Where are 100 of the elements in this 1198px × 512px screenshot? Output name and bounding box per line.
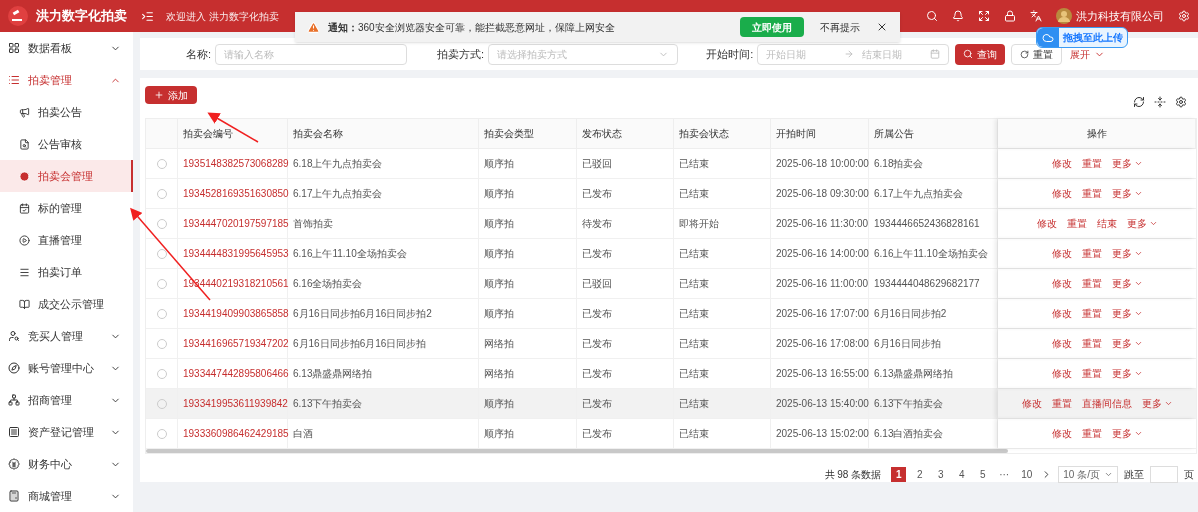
- bell-icon[interactable]: [952, 10, 964, 22]
- action-link[interactable]: 重置: [1081, 426, 1102, 441]
- sidebar-subitem[interactable]: 拍卖会管理: [0, 160, 133, 192]
- page-button[interactable]: 3: [933, 467, 949, 482]
- more-dropdown[interactable]: 更多: [1111, 276, 1143, 291]
- translate-icon[interactable]: [1030, 10, 1042, 22]
- search-button[interactable]: 查询: [955, 43, 1006, 65]
- sidebar-subitem[interactable]: 公告审核: [0, 128, 133, 160]
- action-link[interactable]: 重置: [1081, 366, 1102, 381]
- page-button[interactable]: 5: [975, 467, 991, 482]
- more-dropdown[interactable]: 更多: [1111, 366, 1143, 381]
- table-row[interactable]: 1934447020197597185 首饰拍卖 顺序拍 待发布 即将开始 2025-06-16 11:30:00 1934446652436828161 修改 重置 结束 更多: [146, 209, 1196, 239]
- more-dropdown[interactable]: 更多: [1126, 216, 1158, 231]
- more-dropdown[interactable]: 更多: [1111, 186, 1143, 201]
- more-dropdown[interactable]: 更多: [1111, 306, 1143, 321]
- search-icon[interactable]: [926, 10, 938, 22]
- table-cell-text: 6.13白酒拍卖会: [874, 427, 944, 441]
- action-link[interactable]: 直播间信息: [1081, 396, 1132, 411]
- table-cell-text: 6月16日同步拍: [874, 337, 941, 351]
- sidebar-item[interactable]: 资产登记管理: [0, 416, 133, 448]
- action-link[interactable]: 结束: [1096, 216, 1117, 231]
- table-row[interactable]: 1934528169351630850 6.17上午九点拍卖会 顺序拍 已发布 已结束 2025-06-18 09:30:00 6.17上午九点拍卖会 修改 重置 更多: [146, 179, 1196, 209]
- page-jump-input[interactable]: [1150, 466, 1178, 483]
- action-link[interactable]: 修改: [1051, 426, 1072, 441]
- table-row[interactable]: 1934444831995645953 6.16上午11.10全场拍卖会 顺序拍 已发布 已结束 2025-06-16 14:00:00 6.16上午11.10全场拍卖会 修改 重置 更多: [146, 239, 1196, 269]
- notification-message: 通知：360安全浏览器安全可靠，能拦截恶意网址，保障上网安全: [328, 20, 615, 35]
- close-icon[interactable]: [876, 21, 888, 33]
- sidebar-item[interactable]: 财务中心: [0, 448, 133, 480]
- avatar[interactable]: [1056, 8, 1072, 24]
- table-cell-text: 已结束: [679, 367, 709, 381]
- table-row[interactable]: 1933419953611939842 6.13下午拍卖会 顺序拍 已发布 已结束 2025-06-13 15:40:00 6.13下午拍卖会 修改 重置 直播间信息 更多: [146, 389, 1196, 419]
- action-link[interactable]: 重置: [1081, 336, 1102, 351]
- add-button[interactable]: 添加: [145, 86, 197, 104]
- action-link[interactable]: 重置: [1066, 216, 1087, 231]
- action-link[interactable]: 修改: [1051, 246, 1072, 261]
- action-link[interactable]: 重置: [1081, 246, 1102, 261]
- table-row[interactable]: 1934419409903865858 6月16日同步拍6月16日同步拍2 顺序拍 已发布 已结束 2025-06-16 17:07:00 6月16日同步拍2 修改 重置 更多: [146, 299, 1196, 329]
- page-button[interactable]: 1: [891, 467, 907, 482]
- settings-icon[interactable]: [1175, 96, 1187, 108]
- table-cell-text: 2025-06-16 11:30:00: [776, 217, 869, 231]
- refresh-icon[interactable]: [1133, 96, 1145, 108]
- table-row[interactable]: 1935148382573068289 6.18上午九点拍卖会 顺序拍 已驳回 已结束 2025-06-18 10:00:00 6.18拍卖会 修改 重置 更多: [146, 149, 1196, 179]
- table-cell-text: 顺序拍: [484, 307, 514, 321]
- action-link[interactable]: 重置: [1081, 156, 1102, 171]
- table-row[interactable]: 1933360986462429185 白酒 顺序拍 已发布 已结束 2025-06-13 15:02:00 6.13白酒拍卖会 修改 重置 更多: [146, 419, 1196, 449]
- sidebar-item[interactable]: 招商管理: [0, 384, 133, 416]
- more-dropdown[interactable]: 更多: [1111, 246, 1143, 261]
- sidebar-subitem[interactable]: 拍卖订单: [0, 256, 133, 288]
- table-cell-text: 2025-06-16 17:08:00: [776, 337, 869, 351]
- fullscreen-icon[interactable]: [978, 10, 990, 22]
- more-dropdown[interactable]: 更多: [1111, 426, 1143, 441]
- more-dropdown[interactable]: 更多: [1111, 336, 1143, 351]
- horizontal-scrollbar[interactable]: [146, 449, 1008, 453]
- total-count: 共 98 条数据: [824, 468, 882, 482]
- action-link[interactable]: 重置: [1051, 396, 1072, 411]
- page-button[interactable]: 2: [912, 467, 928, 482]
- sidebar-item[interactable]: 竞买人管理: [0, 320, 133, 352]
- user-name[interactable]: 洪力科技有限公司: [1076, 7, 1164, 25]
- sidebar-item[interactable]: 拍卖管理: [0, 64, 133, 96]
- page-button[interactable]: 10: [1018, 467, 1036, 482]
- table-row[interactable]: 1933447442895806466 6.13鼎盛鼎网络拍 网络拍 已发布 已结束 2025-06-13 16:55:00 6.13鼎盛鼎网络拍 修改 重置 更多: [146, 359, 1196, 389]
- action-link[interactable]: 重置: [1081, 306, 1102, 321]
- more-dropdown[interactable]: 更多: [1141, 396, 1173, 411]
- page-size-select[interactable]: 10 条/页: [1058, 466, 1118, 483]
- expand-link[interactable]: 展开: [1070, 46, 1106, 62]
- menu-toggle-icon[interactable]: [141, 9, 154, 23]
- chevron-down-icon: [1104, 470, 1113, 479]
- action-link[interactable]: 修改: [1051, 336, 1072, 351]
- sidebar-subitem[interactable]: 标的管理: [0, 192, 133, 224]
- row-height-icon[interactable]: [1154, 96, 1166, 108]
- table-cell-text: 已结束: [679, 157, 709, 171]
- sidebar-item[interactable]: 数据看板: [0, 32, 133, 64]
- sidebar-item[interactable]: 商城管理: [0, 480, 133, 512]
- upload-tag[interactable]: 拖拽至此上传: [1036, 27, 1128, 48]
- action-link[interactable]: 修改: [1051, 156, 1072, 171]
- more-dropdown[interactable]: 更多: [1111, 156, 1143, 171]
- table-cell-text: 顺序拍: [484, 427, 514, 441]
- sidebar-subitem[interactable]: 直播管理: [0, 224, 133, 256]
- action-link[interactable]: 修改: [1051, 276, 1072, 291]
- action-link[interactable]: 修改: [1051, 306, 1072, 321]
- chevron-down-icon: [1163, 399, 1173, 408]
- sidebar-item[interactable]: 账号管理中心: [0, 352, 133, 384]
- column-header: 拍卖会类型: [479, 119, 577, 148]
- use-now-button[interactable]: 立即使用: [740, 17, 804, 37]
- page-button[interactable]: ···: [996, 467, 1013, 482]
- sidebar-subitem[interactable]: 成交公示管理: [0, 288, 133, 320]
- sidebar-subitem[interactable]: 拍卖公告: [0, 96, 133, 128]
- action-link[interactable]: 重置: [1081, 186, 1102, 201]
- action-link[interactable]: 重置: [1081, 276, 1102, 291]
- table-cell-text: 白酒: [293, 427, 313, 441]
- lock-icon[interactable]: [1004, 10, 1016, 22]
- dismiss-link[interactable]: 不再提示: [820, 19, 860, 35]
- menu-icon: [8, 330, 20, 342]
- action-link[interactable]: 修改: [1051, 186, 1072, 201]
- action-link[interactable]: 修改: [1036, 216, 1057, 231]
- table-row[interactable]: 1934416965719347202 6月16日同步拍6月16日同步拍 网络拍 已发布 已结束 2025-06-16 17:08:00 6月16日同步拍 修改 重置 更多: [146, 329, 1196, 359]
- table-cell-text: 1934416965719347202: [183, 337, 289, 351]
- page-button[interactable]: 4: [954, 467, 970, 482]
- action-link[interactable]: 修改: [1021, 396, 1042, 411]
- action-link[interactable]: 修改: [1051, 366, 1072, 381]
